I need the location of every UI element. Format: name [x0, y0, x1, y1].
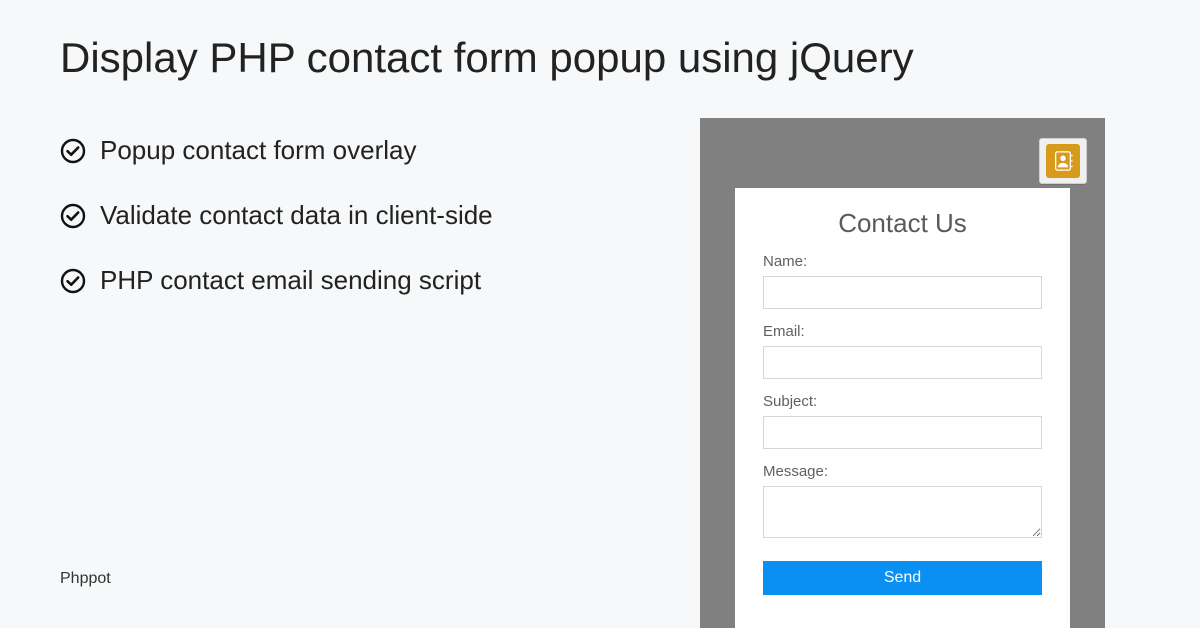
check-circle-icon — [60, 268, 86, 294]
preview-panel: Contact Us Name: Email: Subject: Message… — [700, 118, 1105, 628]
feature-item: Validate contact data in client-side — [60, 200, 493, 231]
message-label: Message: — [763, 463, 1042, 480]
message-textarea[interactable] — [763, 486, 1042, 538]
name-input[interactable] — [763, 276, 1042, 309]
email-input[interactable] — [763, 346, 1042, 379]
subject-input[interactable] — [763, 416, 1042, 449]
feature-text: PHP contact email sending script — [100, 265, 481, 296]
check-circle-icon — [60, 203, 86, 229]
page-title: Display PHP contact form popup using jQu… — [60, 34, 914, 82]
feature-item: Popup contact form overlay — [60, 135, 493, 166]
open-contact-popup-button[interactable] — [1039, 138, 1087, 184]
form-heading: Contact Us — [763, 208, 1042, 239]
feature-text: Validate contact data in client-side — [100, 200, 493, 231]
name-label: Name: — [763, 253, 1042, 270]
send-button[interactable]: Send — [763, 561, 1042, 595]
brand-label: Phppot — [60, 570, 111, 588]
address-book-icon — [1046, 144, 1080, 178]
feature-text: Popup contact form overlay — [100, 135, 417, 166]
contact-form-popup: Contact Us Name: Email: Subject: Message… — [735, 188, 1070, 628]
feature-list: Popup contact form overlay Validate cont… — [60, 135, 493, 296]
email-label: Email: — [763, 323, 1042, 340]
feature-item: PHP contact email sending script — [60, 265, 493, 296]
check-circle-icon — [60, 138, 86, 164]
subject-label: Subject: — [763, 393, 1042, 410]
